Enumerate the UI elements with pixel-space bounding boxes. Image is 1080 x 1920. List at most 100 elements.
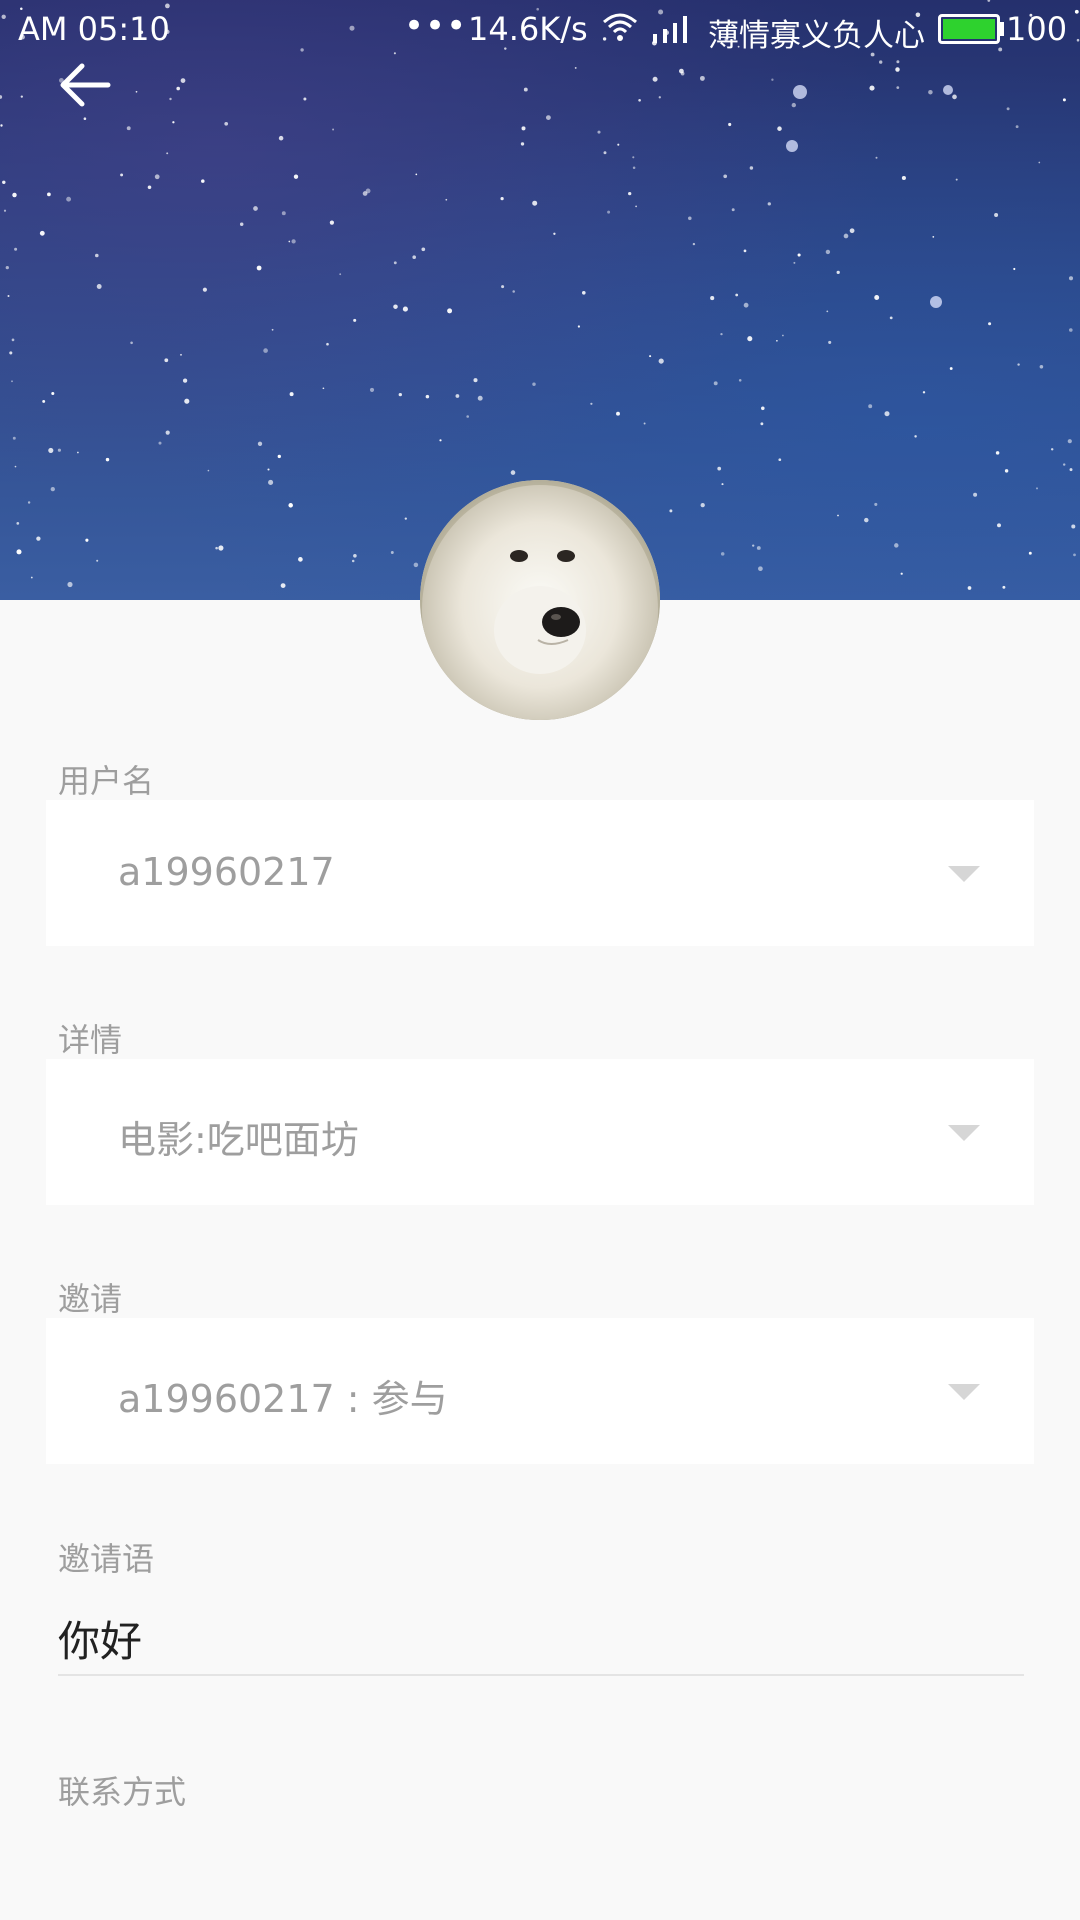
star (553, 232, 556, 235)
star (510, 470, 516, 475)
star (896, 86, 900, 89)
star (1006, 107, 1010, 111)
star (955, 178, 958, 181)
star (390, 551, 394, 554)
star (1002, 585, 1006, 589)
star (180, 353, 182, 356)
star (268, 479, 274, 485)
bright-star (943, 85, 953, 95)
chevron-down-icon (948, 1125, 980, 1141)
star (735, 293, 739, 297)
star (130, 341, 133, 345)
star (843, 233, 849, 239)
star (271, 328, 274, 331)
star (500, 196, 504, 201)
star (182, 378, 188, 383)
chevron-down-icon (948, 866, 980, 882)
star (597, 130, 601, 134)
star (635, 205, 637, 208)
star (332, 128, 335, 131)
star (928, 89, 933, 95)
star (165, 430, 170, 435)
star (1073, 553, 1076, 557)
details-select[interactable]: 电影:吃吧面坊 (46, 1059, 1034, 1205)
network-speed: 14.6K/s (468, 10, 588, 48)
star (184, 398, 190, 404)
star (147, 185, 152, 190)
star (105, 457, 110, 462)
star (9, 351, 13, 355)
status-bar: AM 05:10 ••• 14.6K/s 薄情寡义负人心 100 (0, 0, 1080, 60)
star (445, 198, 448, 201)
star (849, 228, 855, 234)
star (884, 411, 890, 417)
star (894, 543, 899, 548)
star (154, 174, 160, 180)
star (914, 435, 917, 438)
star (767, 202, 771, 206)
star (180, 78, 186, 83)
star (900, 572, 903, 575)
star (322, 387, 325, 390)
star (57, 448, 61, 452)
star (326, 342, 329, 346)
star (14, 247, 18, 251)
star (169, 97, 172, 101)
star (11, 380, 13, 383)
star (879, 60, 883, 64)
avatar[interactable] (420, 480, 660, 720)
star (96, 559, 99, 562)
star (393, 261, 397, 265)
star (582, 291, 586, 295)
star (20, 95, 23, 98)
star (477, 395, 483, 401)
star (47, 192, 51, 197)
star (760, 422, 764, 426)
star (717, 466, 722, 471)
star (875, 156, 878, 159)
star (952, 94, 957, 100)
star (393, 304, 398, 309)
star (30, 576, 33, 579)
star (12, 436, 16, 440)
star (577, 325, 581, 328)
star (949, 367, 953, 370)
star (720, 332, 723, 336)
star (215, 546, 218, 550)
star (329, 220, 335, 225)
star (267, 468, 270, 471)
star (607, 210, 611, 214)
star (973, 492, 978, 497)
star (85, 538, 89, 542)
back-button[interactable] (52, 52, 118, 118)
star (728, 122, 732, 127)
star (679, 68, 684, 74)
battery-tip (1000, 22, 1004, 36)
star (1062, 98, 1066, 102)
invite-select[interactable]: a19960217 : 参与 (46, 1318, 1034, 1464)
star (738, 379, 742, 382)
star (532, 200, 538, 206)
star (761, 406, 765, 411)
dog-avatar-image (420, 480, 660, 720)
star (782, 334, 784, 337)
star (710, 296, 715, 301)
star (700, 502, 705, 508)
star (253, 206, 258, 211)
battery-icon (938, 14, 1000, 44)
username-select[interactable]: a19960217 (46, 800, 1034, 946)
star (263, 348, 268, 353)
star (688, 216, 692, 221)
star (864, 517, 869, 523)
status-time: AM 05:10 (18, 10, 170, 48)
star (869, 85, 875, 91)
chevron-down-icon (948, 1384, 980, 1400)
star (256, 265, 262, 271)
star (743, 302, 749, 308)
star (692, 242, 696, 246)
star (27, 501, 31, 504)
invite-message-input[interactable]: 你好 (58, 1606, 1024, 1676)
star (351, 559, 355, 563)
star (590, 402, 593, 405)
star (638, 98, 641, 102)
